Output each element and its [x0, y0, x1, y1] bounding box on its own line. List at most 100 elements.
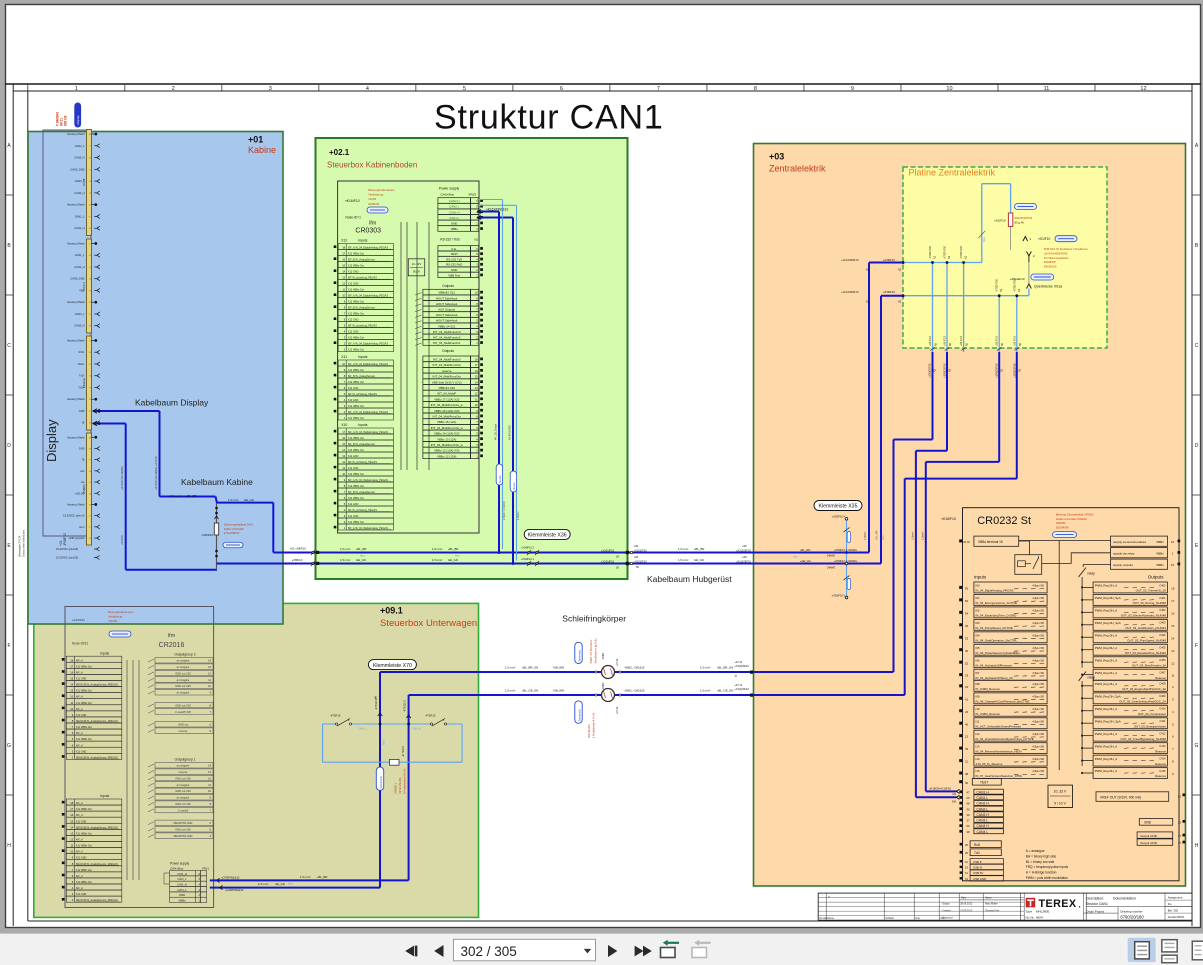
svg-text:C408: C408: [1159, 682, 1166, 686]
svg-text:OUT_03_ElevationPos_NL4342: OUT_03_ElevationPos_NL4342: [1125, 651, 1167, 655]
svg-text:IN_04_HydraulicOilPressure: IN_04_HydraulicOilPressure: [976, 663, 1013, 667]
svg-text:52: 52: [965, 661, 969, 665]
svg-text:ifm: ifm: [369, 221, 377, 227]
svg-text:AIF_A: AIF_A: [76, 696, 83, 699]
svg-text:Power supply: Power supply: [439, 187, 460, 191]
svg-text:IN_04_DigitalAnalog_PEGAS: IN_04_DigitalAnalog_PEGAS: [976, 589, 1014, 593]
svg-text:37: 37: [1178, 834, 1182, 838]
svg-text:INT_04_MultiFuncOut_w: INT_04_MultiFuncOut_w: [431, 443, 464, 447]
svg-text:Heizlösung: Heizlösung: [108, 614, 122, 618]
svg-text:I06: I06: [976, 658, 980, 662]
svg-text:47: 47: [966, 790, 970, 794]
svg-text:Housing Shield: Housing Shield: [67, 203, 85, 207]
svg-text:PWM_Reg DH_A: PWM_Reg DH_A: [1095, 646, 1118, 650]
svg-text:«K16IF11: «K16IF11: [72, 618, 85, 622]
svg-text:36: 36: [965, 649, 969, 653]
svg-text:GN: GN: [952, 793, 956, 796]
svg-text:C407: C407: [1159, 671, 1166, 675]
svg-text:12: 12: [475, 392, 478, 396]
svg-text:CAN1 H: CAN1 H: [449, 210, 460, 214]
svg-text:AIF_A: AIF_A: [76, 744, 83, 747]
svg-text:CAN0_L: CAN0_L: [75, 179, 85, 183]
svg-text:D: D: [7, 443, 11, 449]
svg-text:15: 15: [342, 264, 345, 268]
svg-text:47U Behrungsleisten: 47U Behrungsleisten: [1044, 256, 1069, 260]
svg-text:Reserve: Reserve: [1155, 676, 1166, 680]
svg-text:XP0/2: XP0/2: [468, 192, 476, 196]
svg-text:13: 13: [342, 276, 345, 280]
svg-text:CAN_L: CAN_L: [177, 877, 187, 881]
svg-text:BH = binary high side: BH = binary high side: [1026, 854, 1057, 858]
svg-text:22: 22: [965, 735, 969, 739]
svg-text:Housing Shield: Housing Shield: [67, 338, 85, 342]
svg-text:«CR2PIN1&10: «CR2PIN1&10: [225, 888, 244, 892]
svg-text:Assignment: Assignment: [1168, 896, 1183, 900]
svg-text:+06: +06: [742, 544, 747, 548]
svg-text:X12 GND: X12 GND: [348, 283, 359, 286]
svg-text:Outputs: Outputs: [442, 284, 454, 288]
svg-text:X12 VBBs Out: X12 VBBs Out: [348, 337, 364, 340]
svg-text:X12 GND: X12 GND: [348, 503, 359, 506]
svg-text:1,5 mm²: 1,5 mm²: [170, 494, 180, 498]
svg-text:18: 18: [475, 358, 478, 362]
svg-text:33: 33: [965, 674, 969, 678]
svg-text:Created: Created: [942, 910, 951, 913]
svg-text:4,8μm /50: 4,8μm /50: [1032, 609, 1044, 613]
svg-text:AIF_A: AIF_A: [76, 659, 83, 662]
svg-text:N2: N2: [474, 238, 478, 242]
svg-text:18: 18: [342, 246, 345, 250]
svg-text:15: 15: [342, 442, 345, 446]
svg-text:4,8μm /50: 4,8μm /50: [1032, 719, 1044, 723]
svg-text:Zentralelektrik: Zentralelektrik: [769, 164, 826, 174]
svg-text:«X1(2)3IF10: «X1(2)3IF10: [734, 664, 749, 668]
svg-text:TxD+: TxD+: [78, 385, 85, 389]
svg-text:Schleifringkörper: Schleifringkörper: [562, 613, 626, 623]
svg-text:Outputgroup 2: Outputgroup 2: [174, 653, 195, 657]
svg-text:Inputs: Inputs: [100, 794, 110, 798]
svg-text:Output GND: Output GND: [1140, 841, 1158, 845]
svg-text:OUT_03_ElectroHydraulic_NL4348: OUT_03_ElectroHydraulic_NL4348: [1121, 614, 1167, 618]
svg-text:INT_04_MultiFuncOut: INT_04_MultiFuncOut: [433, 363, 461, 367]
svg-text:X12 GND: X12 GND: [348, 399, 359, 402]
svg-text:K.E.: K.E.: [451, 247, 457, 251]
svg-text:AIF_A: AIF_A: [76, 814, 83, 817]
svg-text:-47 WH 0: -47 WH 0: [401, 745, 405, 757]
svg-text:PWM_Reg DH_SpA: PWM_Reg DH_SpA: [1095, 719, 1121, 723]
svg-text:CAN1_H: CAN1_H: [74, 226, 84, 230]
svg-text:I08: I08: [976, 682, 980, 686]
svg-text:H = H-Bridge function: H = H-Bridge function: [1026, 871, 1057, 875]
svg-text:48: 48: [966, 802, 970, 806]
svg-text:12: 12: [70, 695, 73, 699]
svg-text:+07.11: +07.11: [616, 706, 619, 714]
svg-text:Heizlösung: Heizlösung: [368, 193, 383, 197]
svg-text:GND: GND: [1144, 821, 1152, 825]
svg-text:«X8IF10: «X8IF10: [292, 558, 303, 562]
svg-text:GE_GN: GE_GN: [448, 558, 458, 562]
svg-text:4-M_05_by_Reserve: 4-M_05_by_Reserve: [976, 762, 1003, 766]
svg-text:GND: GND: [79, 446, 85, 450]
svg-text:X12 VBBs Out: X12 VBBs Out: [348, 349, 364, 352]
svg-text:USB P: USB P: [973, 860, 982, 864]
svg-text:1,5 mm²: 1,5 mm²: [700, 689, 710, 693]
svg-text:VBBo 13 (12A): VBBo 13 (12A): [437, 437, 456, 441]
svg-text:12: 12: [342, 460, 345, 464]
svg-text:OUT_03_PumSpeed_NL4348: OUT_03_PumSpeed_NL4348: [1127, 638, 1166, 642]
svg-text:4,8μm /50: 4,8μm /50: [1032, 707, 1044, 711]
svg-text:X12 VBBs Out: X12 VBBs Out: [348, 381, 364, 384]
svg-text:C400: C400: [1159, 583, 1166, 587]
svg-text:X08 09-204: X08 09-204: [587, 724, 591, 738]
svg-text:Klemmleiste X35: Klemmleiste X35: [819, 504, 858, 510]
svg-text:HOUT SideHook: HOUT SideHook: [436, 313, 458, 317]
svg-text:6790/20/180: 6790/20/180: [1120, 915, 1144, 920]
svg-text:I14: I14: [976, 757, 980, 761]
svg-text:-47SF10: -47SF10: [330, 714, 341, 718]
svg-text:X12 VBBs Out: X12 VBBs Out: [348, 417, 364, 420]
svg-text:4P_JD_Drops: 4P_JD_Drops: [494, 423, 498, 440]
svg-text:A = analogue: A = analogue: [1026, 849, 1045, 853]
svg-text:X12 GND: X12 GND: [348, 467, 359, 470]
svg-text:+07.11: +07.11: [616, 658, 619, 666]
svg-text:OUT_03_TravelBypassing_NL4348: OUT_03_TravelBypassing_NL4348: [1120, 737, 1166, 741]
svg-text:«X36IF10: «X36IF10: [883, 290, 896, 294]
svg-text:«1/X3(2)IF10: «1/X3(2)IF10: [1014, 363, 1017, 378]
svg-text:«A/1/X30IF10: «A/1/X30IF10: [841, 258, 859, 262]
